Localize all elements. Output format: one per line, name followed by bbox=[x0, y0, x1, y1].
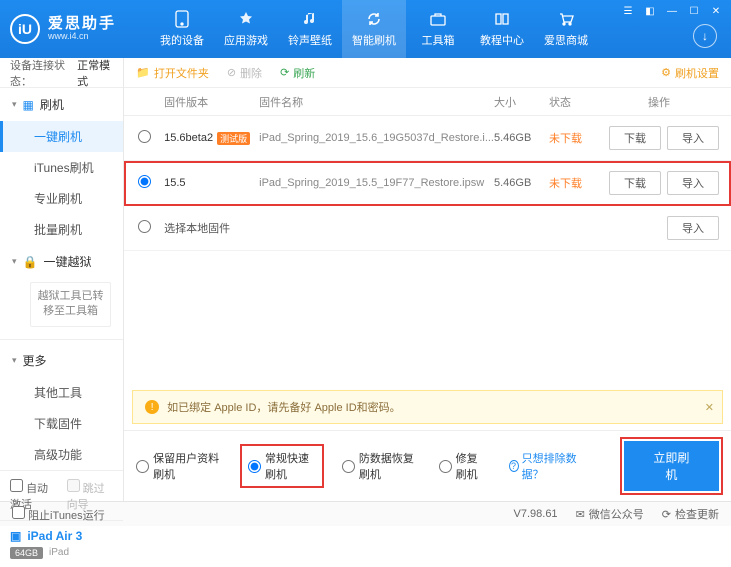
nav-store[interactable]: 爱思商城 bbox=[534, 0, 598, 58]
help-icon: ? bbox=[509, 460, 519, 472]
flash-now-button[interactable]: 立即刷机 bbox=[624, 441, 719, 491]
check-update-link[interactable]: ⟳检查更新 bbox=[662, 506, 719, 522]
local-firmware-row[interactable]: 选择本地固件 导入 bbox=[124, 206, 731, 251]
caret-down-icon: ▾ bbox=[12, 355, 17, 366]
sidebar-item-advanced[interactable]: 高级功能 bbox=[0, 439, 123, 470]
import-button[interactable]: 导入 bbox=[667, 126, 719, 150]
wechat-link[interactable]: ✉微信公众号 bbox=[576, 506, 644, 522]
storage-badge: 64GB bbox=[10, 547, 43, 559]
mode-normal-fast[interactable]: 常规快速刷机 bbox=[242, 446, 322, 486]
sidebar-item-oneclick-flash[interactable]: 一键刷机 bbox=[0, 121, 123, 152]
folder-icon: 📁 bbox=[136, 66, 150, 79]
nav-toolbox[interactable]: 工具箱 bbox=[406, 0, 470, 58]
lock-icon: 🔒 bbox=[23, 255, 38, 269]
mode-anti-recovery[interactable]: 防数据恢复刷机 bbox=[342, 450, 419, 482]
delete-button: ⊘删除 bbox=[227, 65, 262, 81]
nav-flash[interactable]: 智能刷机 bbox=[342, 0, 406, 58]
refresh-icon: ⟳ bbox=[280, 66, 289, 79]
close-warning-icon[interactable]: ✕ bbox=[705, 401, 714, 414]
nav-my-device[interactable]: 我的设备 bbox=[150, 0, 214, 58]
warning-icon: ! bbox=[145, 400, 159, 414]
firmware-radio[interactable] bbox=[138, 175, 151, 188]
music-icon bbox=[301, 10, 319, 28]
import-button[interactable]: 导入 bbox=[667, 171, 719, 195]
mode-keep-data[interactable]: 保留用户资料刷机 bbox=[136, 450, 222, 482]
sidebar-group-jailbreak[interactable]: ▾ 🔒 一键越狱 bbox=[0, 245, 123, 278]
firmware-status: 未下载 bbox=[549, 130, 599, 146]
firmware-name: iPad_Spring_2019_15.6_19G5037d_Restore.i… bbox=[259, 132, 494, 144]
skin-icon[interactable]: ◧ bbox=[641, 4, 659, 18]
sidebar-group-flash[interactable]: ▾ ▦ 刷机 bbox=[0, 88, 123, 121]
logo-icon: iU bbox=[10, 14, 40, 44]
close-icon[interactable]: ✕ bbox=[707, 4, 725, 18]
firmware-size: 5.46GB bbox=[494, 132, 549, 144]
device-panel[interactable]: ▣iPad Air 3 64GBiPad bbox=[0, 520, 123, 567]
firmware-status: 未下载 bbox=[549, 175, 599, 191]
firmware-name: iPad_Spring_2019_15.5_19F77_Restore.ipsw bbox=[259, 177, 494, 189]
refresh-icon bbox=[365, 10, 383, 28]
version-label: V7.98.61 bbox=[514, 508, 558, 520]
device-icon: ▣ bbox=[10, 529, 21, 543]
sidebar-group-more[interactable]: ▾ 更多 bbox=[0, 344, 123, 377]
gear-icon: ⚙ bbox=[661, 66, 671, 79]
flash-group-icon: ▦ bbox=[23, 98, 34, 112]
nav-ringtones[interactable]: 铃声壁纸 bbox=[278, 0, 342, 58]
download-manager-icon[interactable]: ↓ bbox=[693, 24, 717, 48]
refresh-button[interactable]: ⟳刷新 bbox=[280, 65, 315, 81]
menu-icon[interactable]: ☰ bbox=[619, 4, 637, 18]
block-itunes-checkbox[interactable]: 阻止iTunes运行 bbox=[12, 506, 105, 523]
flash-settings-button[interactable]: ⚙刷机设置 bbox=[661, 65, 719, 81]
exclude-data-link[interactable]: ?只想排除数据？ bbox=[509, 450, 584, 482]
maximize-icon[interactable]: ☐ bbox=[685, 4, 703, 18]
beta-tag: 测试版 bbox=[217, 132, 250, 145]
appleid-warning: ! 如已绑定 Apple ID，请先备好 Apple ID和密码。 ✕ bbox=[132, 390, 723, 424]
firmware-row[interactable]: 15.5 iPad_Spring_2019_15.5_19F77_Restore… bbox=[124, 161, 731, 206]
nav-apps[interactable]: 应用游戏 bbox=[214, 0, 278, 58]
sidebar-item-download-firmware[interactable]: 下载固件 bbox=[0, 408, 123, 439]
brand-url: www.i4.cn bbox=[48, 32, 116, 42]
firmware-size: 5.46GB bbox=[494, 177, 549, 189]
mode-repair[interactable]: 修复刷机 bbox=[439, 450, 489, 482]
download-button[interactable]: 下载 bbox=[609, 171, 661, 195]
brand-name: 爱思助手 bbox=[48, 16, 116, 33]
book-icon bbox=[493, 10, 511, 28]
cart-icon bbox=[557, 10, 575, 28]
open-folder-button[interactable]: 📁打开文件夹 bbox=[136, 65, 209, 81]
connection-status: 设备连接状态：正常模式 bbox=[0, 58, 123, 88]
import-button[interactable]: 导入 bbox=[667, 216, 719, 240]
firmware-radio[interactable] bbox=[138, 220, 151, 233]
minimize-icon[interactable]: — bbox=[663, 4, 681, 18]
update-icon: ⟳ bbox=[662, 508, 671, 521]
sidebar-item-itunes-flash[interactable]: iTunes刷机 bbox=[0, 152, 123, 183]
sidebar-item-pro-flash[interactable]: 专业刷机 bbox=[0, 183, 123, 214]
caret-down-icon: ▾ bbox=[12, 256, 17, 267]
app-icon bbox=[237, 10, 255, 28]
nav-tutorials[interactable]: 教程中心 bbox=[470, 0, 534, 58]
sidebar-item-other-tools[interactable]: 其他工具 bbox=[0, 377, 123, 408]
sidebar-item-batch-flash[interactable]: 批量刷机 bbox=[0, 214, 123, 245]
firmware-radio[interactable] bbox=[138, 130, 151, 143]
wechat-icon: ✉ bbox=[576, 508, 585, 521]
delete-icon: ⊘ bbox=[227, 66, 236, 79]
toolbox-icon bbox=[429, 10, 447, 28]
firmware-row[interactable]: 15.6beta2测试版 iPad_Spring_2019_15.6_19G50… bbox=[124, 116, 731, 161]
download-button[interactable]: 下载 bbox=[609, 126, 661, 150]
caret-down-icon: ▾ bbox=[12, 99, 17, 110]
app-logo: iU 爱思助手 www.i4.cn bbox=[10, 14, 150, 44]
phone-icon bbox=[173, 10, 191, 28]
jailbreak-moved-note: 越狱工具已转移至工具箱 bbox=[30, 282, 111, 327]
table-header: 固件版本 固件名称 大小 状态 操作 bbox=[124, 88, 731, 116]
